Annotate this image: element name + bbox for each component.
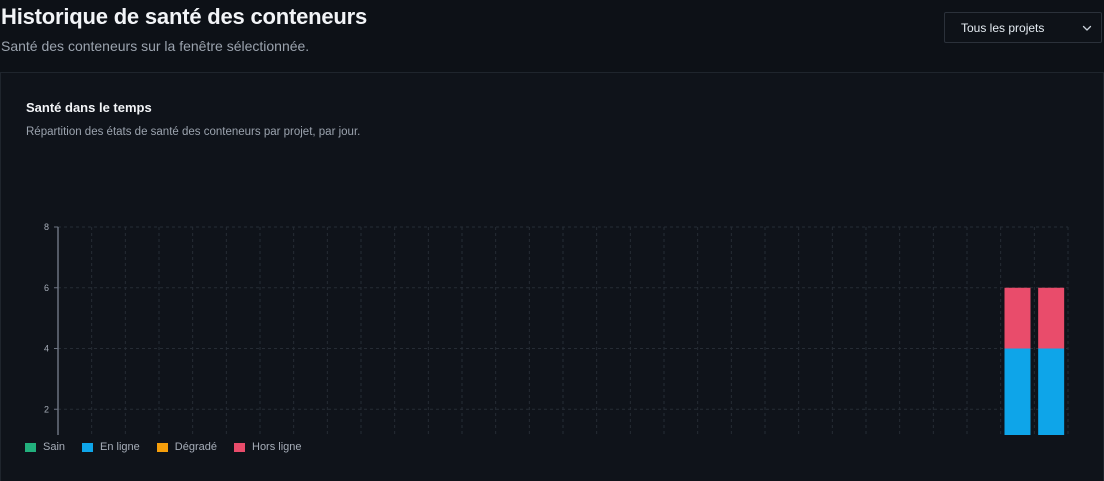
bar-segment bbox=[1004, 348, 1031, 435]
health-over-time-card: Santé dans le temps Répartition des état… bbox=[0, 72, 1104, 481]
page-title: Historique de santé des conteneurs bbox=[1, 4, 368, 29]
y-tick-label: 4 bbox=[44, 344, 49, 354]
bar-segment bbox=[1038, 348, 1065, 435]
bar-segment bbox=[1004, 287, 1031, 349]
legend-label: Hors ligne bbox=[252, 441, 302, 453]
legend-swatch-en-ligne bbox=[82, 442, 94, 452]
chevron-down-icon bbox=[1082, 25, 1092, 31]
legend-label: Sain bbox=[43, 441, 66, 453]
legend-item-degrade[interactable]: Dégradé bbox=[156, 441, 217, 453]
container-health-history-page: Historique de santé des conteneurs Santé… bbox=[0, 0, 1104, 481]
legend-swatch-degrade bbox=[156, 442, 168, 452]
legend-label: En ligne bbox=[100, 441, 140, 453]
health-stacked-bar-chart: 0246806-2006-2106-2206-2306-2406-2506-26… bbox=[44, 222, 1069, 435]
legend-item-en-ligne[interactable]: En ligne bbox=[82, 441, 140, 453]
legend-swatch-hors-ligne bbox=[234, 442, 245, 452]
legend-item-sain[interactable]: Sain bbox=[25, 441, 65, 453]
y-tick-label: 2 bbox=[44, 404, 49, 414]
y-tick-label: 6 bbox=[44, 283, 49, 293]
legend-swatch-sain bbox=[25, 442, 36, 452]
bar-segment bbox=[1038, 287, 1065, 349]
legend-item-hors-ligne[interactable]: Hors ligne bbox=[234, 441, 302, 453]
chart-legend: Sain En ligne Dégradé Hors ligne bbox=[25, 441, 302, 453]
card-title: Santé dans le temps bbox=[26, 100, 152, 115]
project-filter-value: Tous les projets bbox=[961, 20, 1045, 35]
card-description: Répartition des états de santé des conte… bbox=[26, 126, 361, 138]
y-tick-label: 8 bbox=[44, 222, 49, 232]
page-subtitle: Santé des conteneurs sur la fenêtre séle… bbox=[1, 38, 310, 54]
project-filter-select[interactable]: Tous les projets bbox=[944, 12, 1102, 43]
legend-label: Dégradé bbox=[174, 441, 217, 453]
